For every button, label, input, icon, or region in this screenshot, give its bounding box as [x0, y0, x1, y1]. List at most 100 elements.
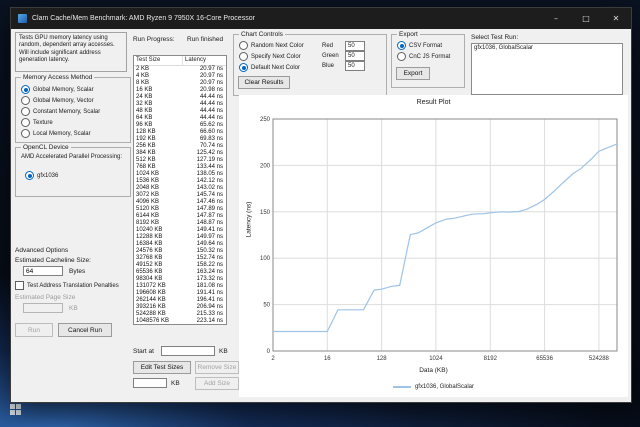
color-value-input[interactable]: 50	[345, 51, 365, 61]
table-row[interactable]: 32768 KB 152.74 ns	[134, 255, 226, 262]
color-value-input[interactable]: 50	[345, 61, 365, 71]
table-row[interactable]: 5120 KB 147.89 ns	[134, 206, 226, 213]
export-radios-option[interactable]: CSV Format	[397, 40, 462, 51]
table-row[interactable]: 3072 KB 145.74 ns	[134, 192, 226, 199]
table-row[interactable]: 24576 KB 150.32 ns	[134, 248, 226, 255]
chart-title: Result Plot	[416, 99, 451, 106]
results-table[interactable]: Test Size Latency 2 KB 20.97 ns 4 KB 20.97 …	[133, 55, 227, 325]
radio-icon[interactable]	[21, 85, 30, 94]
table-row[interactable]: 98304 KB 173.32 ns	[134, 276, 226, 283]
radio-icon[interactable]	[239, 52, 248, 61]
memory-access-group: Memory Access Method Global Memory, Scal…	[15, 74, 131, 143]
table-row[interactable]: 24 KB 44.44 ns	[134, 94, 226, 101]
table-row[interactable]: 128 KB 66.60 ns	[134, 129, 226, 136]
radio-icon[interactable]	[21, 107, 30, 116]
table-row[interactable]: 8 KB 20.97 ns	[134, 80, 226, 87]
cell-latency: 125.42 ns	[196, 150, 223, 156]
table-row[interactable]: 65536 KB 163.24 ns	[134, 269, 226, 276]
table-row[interactable]: 4 KB 20.97 ns	[134, 73, 226, 80]
radio-icon[interactable]	[397, 52, 406, 61]
color-value-input[interactable]: 50	[345, 41, 365, 51]
chart-color-radios-option[interactable]: Random Next Color	[239, 40, 317, 51]
table-row[interactable]: 10240 KB 149.41 ns	[134, 227, 226, 234]
header-latency[interactable]: Latency	[183, 56, 226, 65]
run-progress-value: Run finished	[187, 36, 224, 43]
chart-controls-group: Chart Controls Random Next Color Specify …	[233, 31, 387, 96]
table-row[interactable]: 524288 KB 215.33 ns	[134, 311, 226, 318]
table-row[interactable]: 256 KB 70.74 ns	[134, 143, 226, 150]
export-button[interactable]: Export	[396, 67, 430, 80]
memory-access-radios-option[interactable]: Texture	[21, 117, 128, 128]
titlebar[interactable]: Clam Cache/Mem Benchmark: AMD Ryzen 9 79…	[11, 8, 631, 29]
table-row[interactable]: 1024 KB 138.05 ns	[134, 171, 226, 178]
start-at-input[interactable]	[161, 346, 215, 356]
table-row[interactable]: 393216 KB 206.94 ns	[134, 304, 226, 311]
add-size-input[interactable]	[133, 378, 167, 388]
test-run-listbox[interactable]: gfx1036, GlobalScalar	[471, 43, 623, 95]
tlb-checkbox-label: Test Address Translation Penalties	[27, 282, 119, 289]
table-row[interactable]: 262144 KB 196.41 ns	[134, 297, 226, 304]
table-row[interactable]: 2048 KB 143.02 ns	[134, 185, 226, 192]
results-table-header[interactable]: Test Size Latency	[134, 56, 226, 66]
table-row[interactable]: 1048576 KB 223.14 ns	[134, 318, 226, 324]
table-row[interactable]: 96 KB 65.62 ns	[134, 122, 226, 129]
device-radios-option[interactable]: gfx1036	[25, 170, 128, 181]
memory-access-radios-option[interactable]: Global Memory, Vector	[21, 95, 128, 106]
header-test-size[interactable]: Test Size	[134, 56, 183, 65]
cacheline-input[interactable]	[23, 266, 63, 276]
table-row[interactable]: 49152 KB 158.22 ns	[134, 262, 226, 269]
table-row[interactable]: 16384 KB 149.64 ns	[134, 241, 226, 248]
maximize-button[interactable]: □	[571, 8, 601, 29]
radio-icon[interactable]	[397, 41, 406, 50]
xtick-label: 16	[324, 356, 331, 362]
chart-color-radios-option[interactable]: Specify Next Color	[239, 51, 317, 62]
radio-icon[interactable]	[25, 171, 34, 180]
table-row[interactable]: 192 KB 69.83 ns	[134, 136, 226, 143]
radio-icon[interactable]	[21, 129, 30, 138]
cancel-run-button[interactable]: Cancel Run	[58, 323, 112, 337]
memory-access-radios-option[interactable]: Local Memory, Scalar	[21, 128, 128, 139]
cell-latency: 145.74 ns	[196, 192, 223, 198]
cell-latency: 215.33 ns	[196, 311, 223, 317]
table-row[interactable]: 64 KB 44.44 ns	[134, 115, 226, 122]
close-button[interactable]: ✕	[601, 8, 631, 29]
cell-test-size: 524288 KB	[136, 311, 166, 317]
table-row[interactable]: 16 KB 20.98 ns	[134, 87, 226, 94]
remove-size-button[interactable]: Remove Size	[195, 361, 239, 374]
table-row[interactable]: 4096 KB 147.46 ns	[134, 199, 226, 206]
radio-icon[interactable]	[239, 41, 248, 50]
table-row[interactable]: 12288 KB 149.97 ns	[134, 234, 226, 241]
cell-test-size: 393216 KB	[136, 304, 166, 310]
windows-logo-icon[interactable]	[10, 404, 21, 415]
radio-icon[interactable]	[21, 96, 30, 105]
table-row[interactable]: 1536 KB 142.12 ns	[134, 178, 226, 185]
table-row[interactable]: 512 KB 127.19 ns	[134, 157, 226, 164]
table-row[interactable]: 768 KB 133.44 ns	[134, 164, 226, 171]
table-row[interactable]: 6144 KB 147.87 ns	[134, 213, 226, 220]
chart-color-radios-option[interactable]: Default Next Color	[239, 62, 317, 73]
export-radios-option[interactable]: CnC JS Format	[397, 51, 462, 62]
run-button[interactable]: Run	[15, 323, 53, 337]
add-size-button[interactable]: Add Size	[195, 377, 239, 390]
cell-test-size: 1024 KB	[136, 171, 160, 177]
cell-latency: 69.83 ns	[199, 136, 223, 142]
edit-test-sizes-button[interactable]: Edit Test Sizes	[133, 361, 191, 374]
minimize-button[interactable]: –	[541, 8, 571, 29]
table-row[interactable]: 384 KB 125.42 ns	[134, 150, 226, 157]
clear-results-button[interactable]: Clear Results	[238, 76, 290, 89]
table-row[interactable]: 196608 KB 191.41 ns	[134, 290, 226, 297]
checkbox-icon[interactable]	[15, 281, 24, 290]
table-row[interactable]: 2 KB 20.97 ns	[134, 66, 226, 73]
table-row[interactable]: 48 KB 44.44 ns	[134, 108, 226, 115]
table-row[interactable]: 32 KB 44.44 ns	[134, 101, 226, 108]
memory-access-radios-option[interactable]: Global Memory, Scalar	[21, 84, 128, 95]
radio-icon[interactable]	[21, 118, 30, 127]
test-run-item[interactable]: gfx1036, GlobalScalar	[472, 44, 622, 52]
table-row[interactable]: 131072 KB 181.08 ns	[134, 283, 226, 290]
cell-test-size: 1536 KB	[136, 178, 160, 184]
radio-icon[interactable]	[239, 63, 248, 72]
table-row[interactable]: 8192 KB 148.87 ns	[134, 220, 226, 227]
tlb-checkbox-row[interactable]: Test Address Translation Penalties	[15, 281, 119, 290]
cell-test-size: 192 KB	[136, 136, 156, 142]
memory-access-radios-option[interactable]: Constant Memory, Scalar	[21, 106, 128, 117]
